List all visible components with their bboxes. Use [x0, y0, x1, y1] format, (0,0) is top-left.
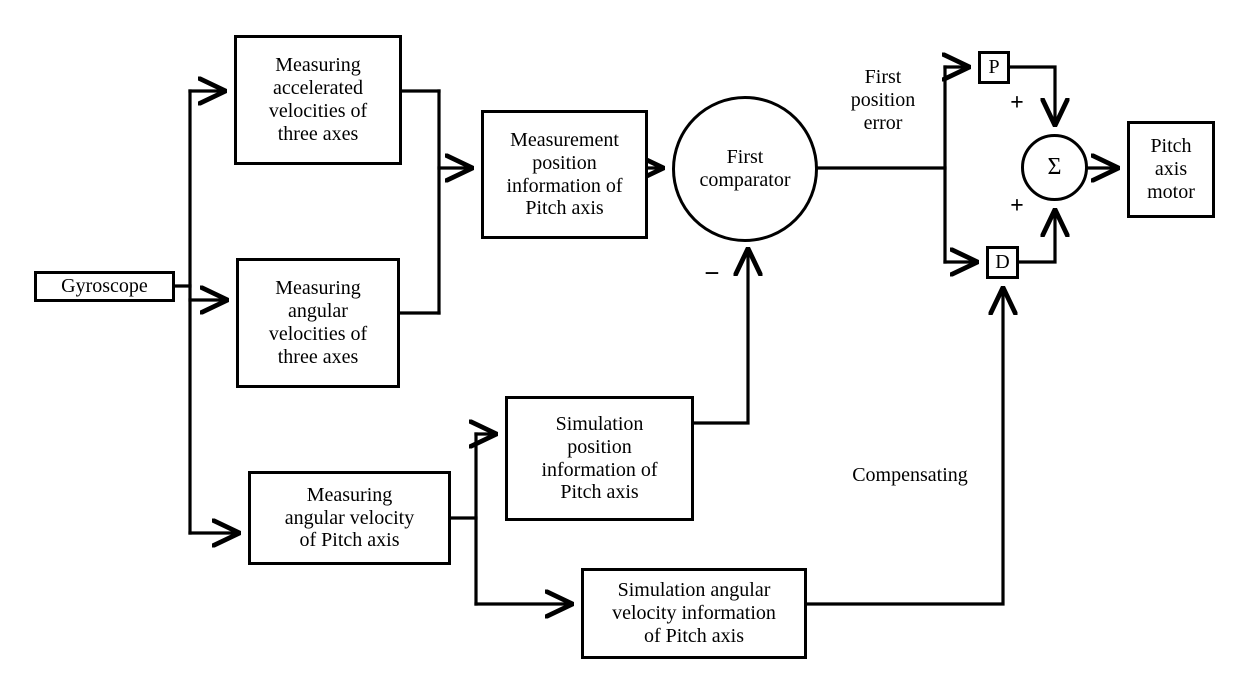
node-p-gain-block[interactable]: P: [978, 51, 1010, 84]
node-measuring-angular-velocities[interactable]: Measuring angular velocities of three ax…: [236, 258, 400, 388]
node-first-comparator[interactable]: First comparator: [672, 96, 818, 242]
node-measuring-accelerated-velocities[interactable]: Measuring accelerated velocities of thre…: [234, 35, 402, 165]
node-summing-junction[interactable]: Σ: [1021, 134, 1088, 201]
node-simulation-angular-velocity-information[interactable]: Simulation angular velocity information …: [581, 568, 807, 659]
node-measuring-angular-velocity-of-pitch-axis[interactable]: Measuring angular velocity of Pitch axis: [248, 471, 451, 565]
node-gyroscope[interactable]: Gyroscope: [34, 271, 175, 302]
node-d-gain-block[interactable]: D: [986, 246, 1019, 279]
block-diagram-canvas: Gyroscope Measuring accelerated velociti…: [0, 0, 1240, 677]
plus-sign-p-branch: +: [1010, 90, 1024, 116]
label-compensating: Compensating: [852, 464, 968, 486]
minus-sign-comparator: −: [704, 258, 720, 288]
edge-sim-angular-to-d: [805, 288, 1003, 606]
node-simulation-position-information[interactable]: Simulation position information of Pitch…: [505, 396, 694, 521]
node-pitch-axis-motor[interactable]: Pitch axis motor: [1127, 121, 1215, 218]
label-first-position-error: First position error: [850, 66, 916, 134]
plus-sign-d-branch: +: [1010, 193, 1024, 219]
node-measurement-position-information[interactable]: Measurement position information of Pitc…: [481, 110, 648, 239]
